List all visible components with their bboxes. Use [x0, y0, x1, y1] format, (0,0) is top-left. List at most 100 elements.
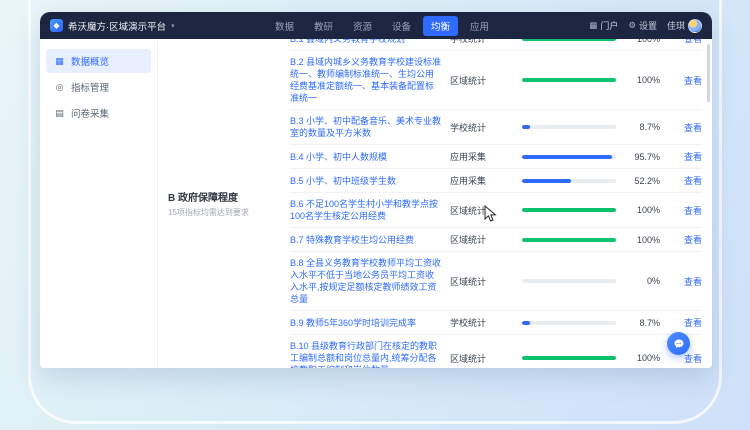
view-link[interactable]: 查看 — [668, 174, 702, 187]
indicator-type: 区域统计 — [450, 204, 514, 217]
indicator-percent: 0% — [624, 276, 660, 286]
table-row: B.10 县级教育行政部门在核定的教职工编制总额和岗位总量内,统筹分配各校教职工… — [290, 335, 702, 368]
settings-label: 设置 — [639, 19, 657, 32]
navbar-right: ▦ 门户 ⚙ 设置 佳琪 — [589, 19, 702, 33]
progress-fill — [522, 356, 616, 360]
user-menu[interactable]: 佳琪 — [667, 19, 702, 33]
progress-fill — [522, 238, 616, 242]
group-subtitle: 15项指标均需达到要求 — [168, 207, 290, 218]
settings-button[interactable]: ⚙ 设置 — [628, 19, 657, 32]
nav-item-设备[interactable]: 设备 — [384, 16, 419, 36]
sidebar-item-问卷采集[interactable]: ▤问卷采集 — [46, 101, 151, 125]
progress-fill — [522, 208, 616, 212]
indicator-percent: 100% — [624, 205, 660, 215]
nav-item-均衡[interactable]: 均衡 — [423, 16, 458, 36]
view-link[interactable]: 查看 — [668, 150, 702, 163]
indicator-name-link[interactable]: B.4 小学、初中人数规模 — [290, 151, 442, 163]
indicator-percent: 100% — [624, 353, 660, 363]
indicator-percent: 100% — [624, 235, 660, 245]
table-row: B.7 特殊教育学校生均公用经费 区域统计 100% 查看 — [290, 228, 702, 252]
indicator-type: 学校统计 — [450, 121, 514, 134]
scrollbar-thumb[interactable] — [707, 44, 710, 102]
indicator-percent: 52.2% — [624, 176, 660, 186]
table-row: B.6 不足100名学生村小学和教学点按100名学生核定公用经费 区域统计 10… — [290, 193, 702, 228]
progress-bar — [522, 279, 616, 283]
nav-item-资源[interactable]: 资源 — [345, 16, 380, 36]
nav-item-教研[interactable]: 教研 — [306, 16, 341, 36]
view-link[interactable]: 查看 — [668, 39, 702, 45]
progress-fill — [522, 39, 616, 41]
app-body: ▦数据概览 ◎ 指标管理 ▤问卷采集 B 政府保障程度 15项指标均需达到要求 B.1… — [40, 39, 712, 368]
sidebar: ▦数据概览 ◎ 指标管理 ▤问卷采集 — [40, 39, 158, 368]
view-link[interactable]: 查看 — [668, 275, 702, 288]
indicator-percent: 8.7% — [624, 122, 660, 132]
table-row: B.1 县域内义务教育学校规划 学校统计 100% 查看 — [290, 39, 702, 51]
indicator-group-cell: B 政府保障程度 15项指标均需达到要求 — [158, 39, 290, 368]
progress-fill — [522, 125, 530, 129]
app-title: 希沃魔方·区域演示平台 — [68, 19, 166, 33]
view-link[interactable]: 查看 — [668, 74, 702, 87]
indicator-name-link[interactable]: B.2 县域内城乡义务教育学校建设标准统一、教师编制标准统一、生均公用经费基准定… — [290, 56, 442, 104]
table-row: B.4 小学、初中人数规模 应用采集 95.7% 查看 — [290, 145, 702, 169]
progress-fill — [522, 78, 616, 82]
nav-item-数据[interactable]: 数据 — [267, 16, 302, 36]
nav-item-应用[interactable]: 应用 — [462, 16, 497, 36]
indicator-percent: 8.7% — [624, 318, 660, 328]
view-link[interactable]: 查看 — [668, 316, 702, 329]
group-title: B 政府保障程度 — [168, 189, 290, 204]
view-link[interactable]: 查看 — [668, 204, 702, 217]
sidebar-item-label: 数据概览 — [71, 54, 109, 68]
indicator-name-link[interactable]: B.8 全县义务教育学校教师平均工资收入水平不低于当地公务员平均工资收入水平,按… — [290, 257, 442, 305]
top-navbar: ◆ 希沃魔方·区域演示平台 ▾ 数据教研资源设备均衡应用 ▦ 门户 ⚙ 设置 佳… — [40, 12, 712, 39]
portal-button[interactable]: ▦ 门户 — [589, 19, 618, 32]
sidebar-item-指标管理[interactable]: ◎ 指标管理 — [46, 75, 151, 99]
sidebar-item-label: 问卷采集 — [71, 106, 109, 120]
target-icon: ◎ — [54, 82, 65, 93]
indicator-name-link[interactable]: B.7 特殊教育学校生均公用经费 — [290, 234, 442, 246]
table-row: B.5 小学、初中班级学生数 应用采集 52.2% 查看 — [290, 169, 702, 193]
view-link[interactable]: 查看 — [668, 121, 702, 134]
progress-bar — [522, 321, 616, 325]
app-window: ◆ 希沃魔方·区域演示平台 ▾ 数据教研资源设备均衡应用 ▦ 门户 ⚙ 设置 佳… — [40, 12, 712, 368]
indicator-name-link[interactable]: B.10 县级教育行政部门在核定的教职工编制总额和岗位总量内,统筹分配各校教职工… — [290, 340, 442, 368]
progress-bar — [522, 356, 616, 360]
table-row: B.2 县域内城乡义务教育学校建设标准统一、教师编制标准统一、生均公用经费基准定… — [290, 51, 702, 110]
table-row: B.3 小学、初中配备音乐、美术专业教室的数量及平方米数 学校统计 8.7% 查… — [290, 110, 702, 145]
chat-bubble-icon — [673, 338, 685, 350]
portal-grid-icon: ▦ — [589, 20, 597, 31]
indicator-type: 区域统计 — [450, 275, 514, 288]
app-logo-icon: ◆ — [50, 19, 63, 32]
assistant-chat-button[interactable] — [667, 332, 690, 355]
progress-fill — [522, 179, 571, 183]
progress-fill — [522, 321, 530, 325]
sidebar-item-label: 指标管理 — [71, 80, 109, 94]
indicator-type: 区域统计 — [450, 74, 514, 87]
indicator-name-link[interactable]: B.3 小学、初中配备音乐、美术专业教室的数量及平方米数 — [290, 115, 442, 139]
progress-bar — [522, 155, 616, 159]
content-area: B 政府保障程度 15项指标均需达到要求 B.1 县域内义务教育学校规划 学校统… — [158, 39, 712, 368]
indicator-name-link[interactable]: B.5 小学、初中班级学生数 — [290, 175, 442, 187]
indicator-percent: 100% — [624, 75, 660, 85]
portal-label: 门户 — [600, 19, 618, 32]
indicator-name-link[interactable]: B.6 不足100名学生村小学和教学点按100名学生核定公用经费 — [290, 198, 442, 222]
sidebar-item-数据概览[interactable]: ▦数据概览 — [46, 49, 151, 73]
indicator-percent: 100% — [624, 39, 660, 44]
gear-icon: ⚙ — [628, 20, 636, 31]
avatar — [688, 19, 702, 33]
view-link[interactable]: 查看 — [668, 233, 702, 246]
indicator-type: 学校统计 — [450, 39, 514, 45]
progress-bar — [522, 78, 616, 82]
primary-nav: 数据教研资源设备均衡应用 — [175, 16, 590, 36]
table-row: B.8 全县义务教育学校教师平均工资收入水平不低于当地公务员平均工资收入水平,按… — [290, 252, 702, 311]
table-row: B.9 教师5年360学时培训完成率 学校统计 8.7% 查看 — [290, 311, 702, 335]
indicator-name-link[interactable]: B.9 教师5年360学时培训完成率 — [290, 317, 442, 329]
scrollbar — [707, 41, 710, 366]
brand-switcher[interactable]: ◆ 希沃魔方·区域演示平台 ▾ — [50, 19, 175, 33]
progress-fill — [522, 155, 612, 159]
progress-bar — [522, 39, 616, 41]
progress-bar — [522, 208, 616, 212]
indicator-type: 应用采集 — [450, 174, 514, 187]
indicator-name-link[interactable]: B.1 县域内义务教育学校规划 — [290, 39, 442, 45]
progress-bar — [522, 238, 616, 242]
indicator-type: 区域统计 — [450, 233, 514, 246]
